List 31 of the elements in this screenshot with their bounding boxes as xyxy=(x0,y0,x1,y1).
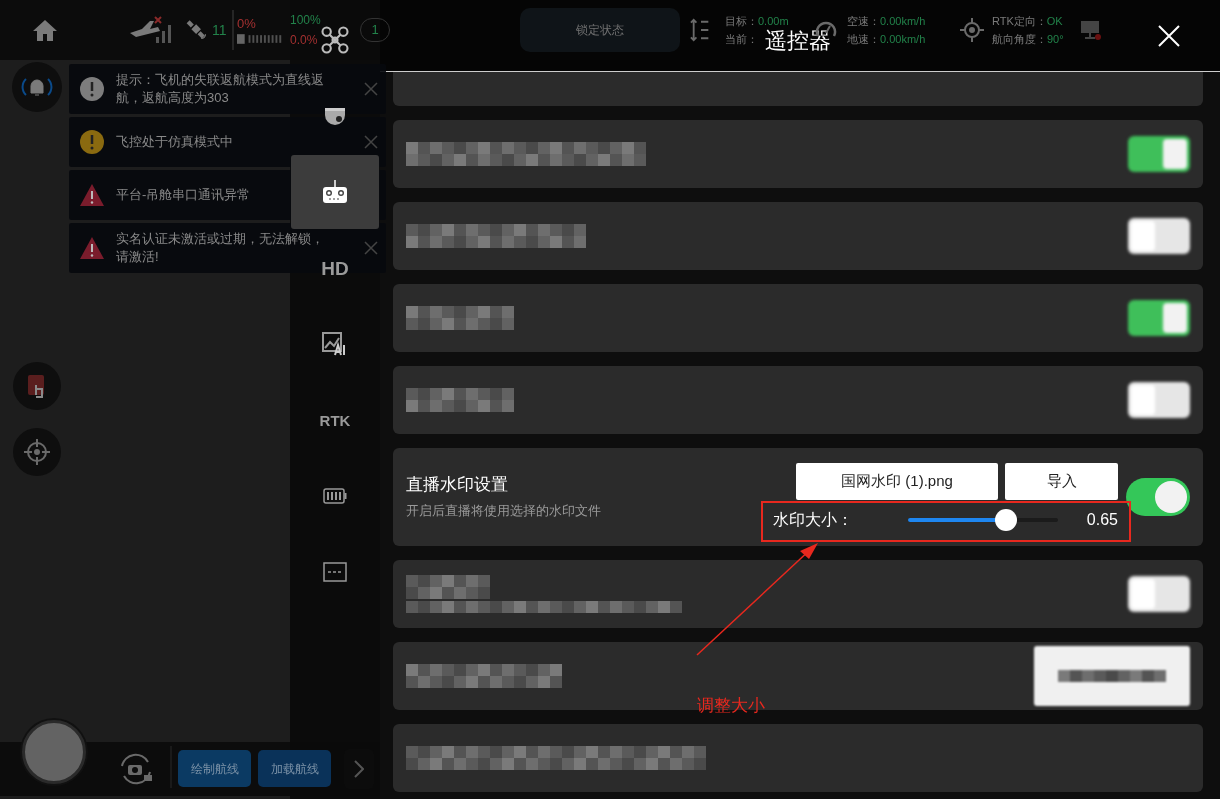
target-altitude-label: 目标： xyxy=(725,14,758,29)
notification-text: 平台-吊舱串口通讯异常 xyxy=(116,186,252,204)
target-altitude-value: 0.00m xyxy=(758,14,789,29)
air-speed-value: 0.00km/h xyxy=(880,14,926,29)
storage-percent: 100% xyxy=(290,12,322,29)
draw-route-button[interactable]: 绘制航线 xyxy=(178,750,251,787)
file-select-button[interactable]: 国网水印 (1).png xyxy=(796,462,998,500)
import-button[interactable]: 导入 xyxy=(1005,462,1118,500)
heading-angle-value: 90° xyxy=(1047,32,1064,47)
slider-value: 0.65 xyxy=(1086,509,1118,530)
lock-state-button[interactable]: 锁定状态 xyxy=(520,8,680,52)
notification-text: 飞控处于仿真模式中 xyxy=(116,133,234,151)
heading-angle-label: 航向角度： xyxy=(992,32,1047,47)
storage-used: 0.0% xyxy=(290,32,319,49)
row-description: 开启后直播将使用选择的水印文件 xyxy=(406,502,602,521)
satellite-count: 11 xyxy=(212,20,228,40)
row-title: 直播水印设置 xyxy=(406,474,509,497)
panel-title: 遥控器 xyxy=(765,29,831,52)
sidebar-tab[interactable]: HD xyxy=(321,258,349,278)
air-speed-label: 空速： xyxy=(847,14,880,29)
ground-speed-value: 0.00km/h xyxy=(880,32,926,47)
current-altitude-label: 当前： xyxy=(725,32,758,47)
slider-label: 水印大小： xyxy=(773,509,854,530)
load-route-button[interactable]: 加载航线 xyxy=(258,750,331,787)
sidebar-tab[interactable]: RTK xyxy=(319,412,351,428)
battery-percent: 0% xyxy=(237,15,257,33)
rtk-heading-value: OK xyxy=(1046,14,1063,29)
ground-speed-label: 地速： xyxy=(847,32,880,47)
rtk-heading-label: RTK定向： xyxy=(992,14,1047,29)
annotation-label: 调整大小 xyxy=(697,695,765,717)
notification-text: 提示：飞机的失联返航模式为直线返航，返航高度为303 xyxy=(116,71,325,107)
